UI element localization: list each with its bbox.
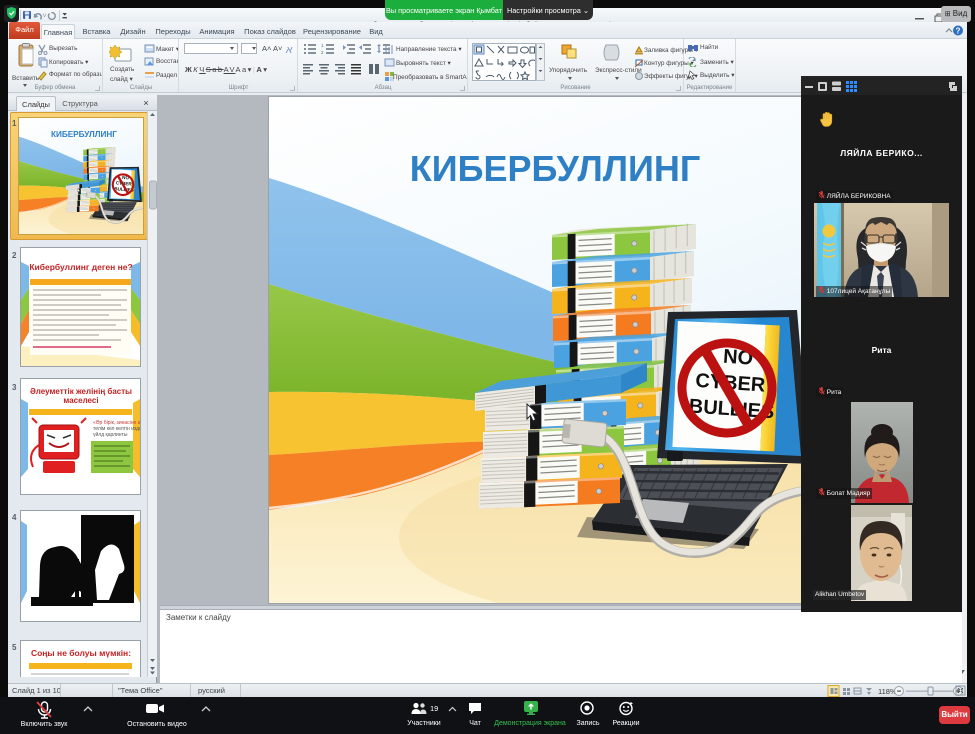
svg-text:Соңы не болуы мүмкін:: Соңы не болуы мүмкін: — [31, 648, 131, 658]
svg-text:1: 1 — [321, 43, 324, 48]
svg-text:үйлд қарлинты: үйлд қарлинты — [93, 431, 128, 438]
svg-text:Әлеуметтік желінің басты: Әлеуметтік желінің басты — [30, 387, 132, 396]
svg-text:?: ? — [956, 27, 961, 36]
svg-text:ﬡ: ﬡ — [285, 45, 293, 55]
svg-text:Кибербуллинг деген не?: Кибербуллинг деген не? — [29, 262, 132, 272]
svg-text:˅: ˅ — [43, 13, 47, 20]
svg-text:маселесі: маселесі — [63, 396, 98, 405]
svg-text:19: 19 — [430, 704, 438, 713]
svg-text:2: 2 — [321, 50, 324, 55]
